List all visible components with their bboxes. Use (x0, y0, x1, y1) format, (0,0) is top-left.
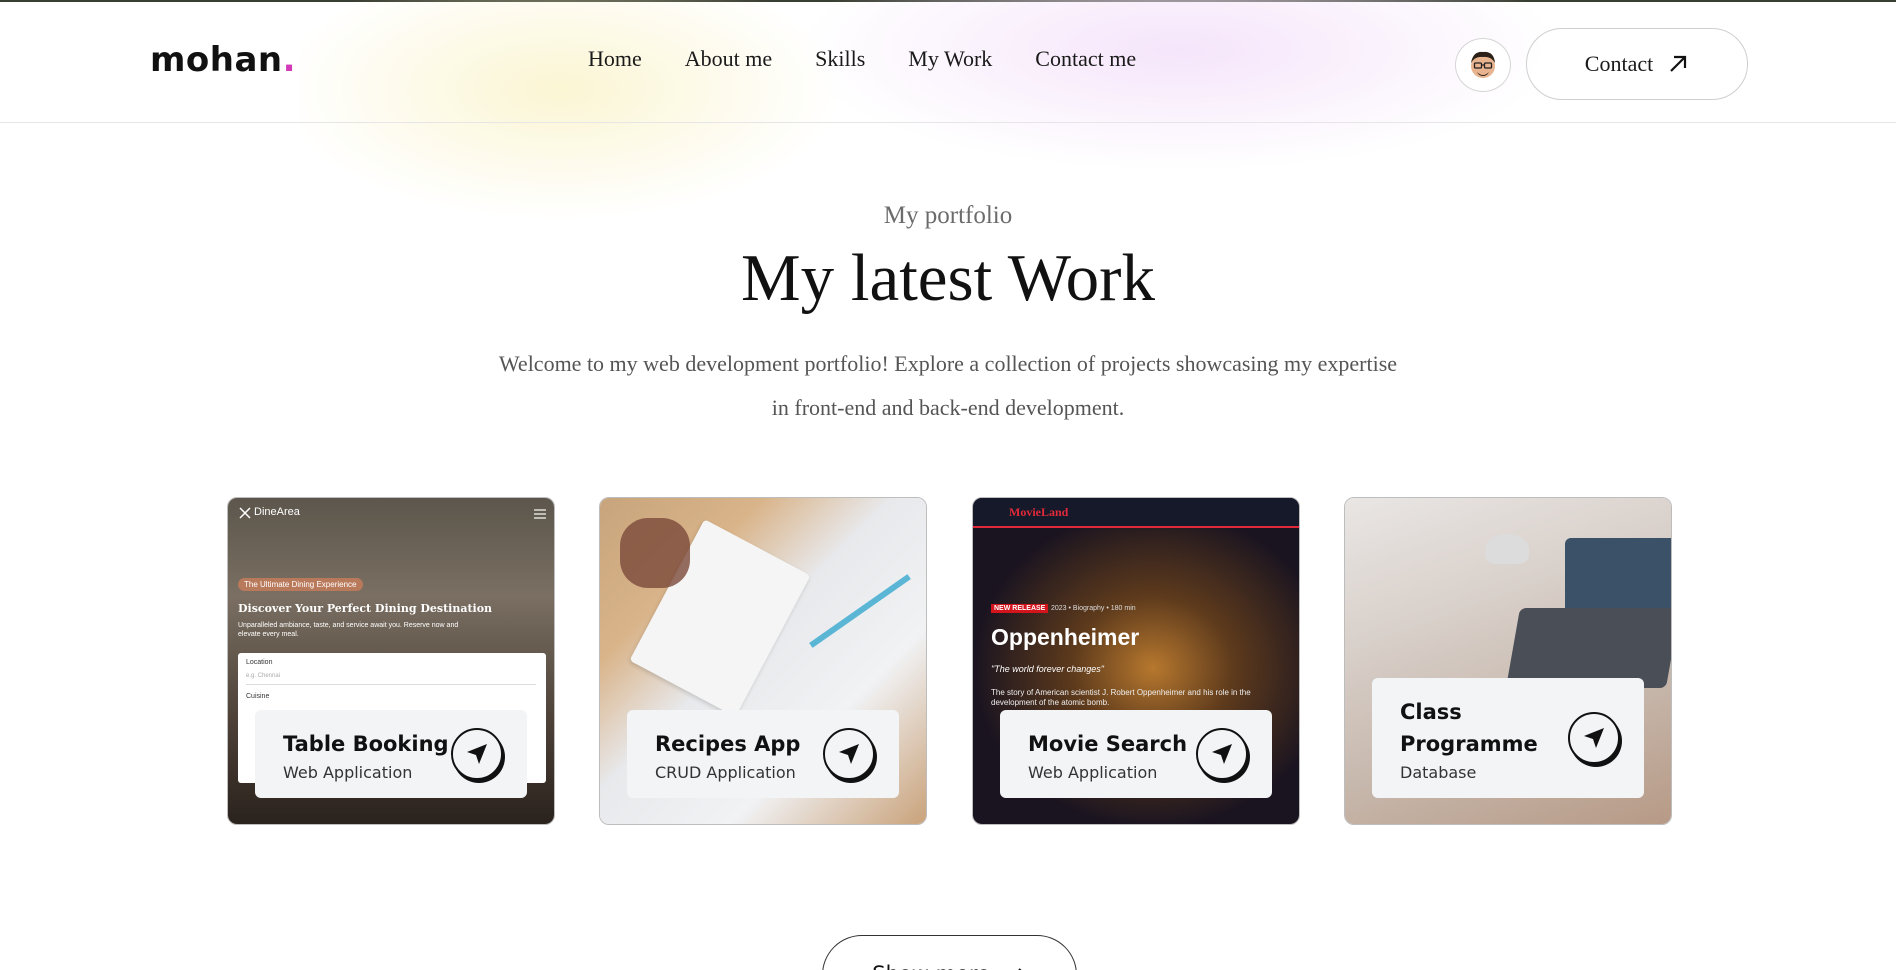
nav-about-me[interactable]: About me (685, 46, 772, 72)
project-info: Table Booking Web Application (255, 710, 527, 798)
preview-text: The story of American scientist J. Rober… (991, 688, 1251, 707)
nav-contact-me[interactable]: Contact me (1035, 46, 1136, 72)
brand-dot: . (282, 40, 297, 80)
nav-my-work[interactable]: My Work (908, 46, 992, 72)
profile-avatar[interactable] (1455, 38, 1511, 92)
navigation-arrow-icon (839, 744, 859, 764)
project-card-class-programme[interactable]: Class Programme Database (1344, 497, 1672, 825)
project-card-recipes-app[interactable]: Recipes App CRUD Application (599, 497, 927, 825)
menu-icon (534, 509, 546, 519)
navigation-arrow-icon (1212, 744, 1232, 764)
preview-heading: Oppenheimer (991, 624, 1140, 650)
hero-title: My latest Work (741, 241, 1155, 315)
brand-logo[interactable]: mohan. (150, 40, 296, 80)
preview-brand: MovieLand (1009, 505, 1069, 519)
open-project-button[interactable] (451, 728, 503, 780)
hand-shape (620, 518, 690, 588)
project-info: Class Programme Database (1372, 678, 1644, 798)
open-project-button[interactable] (1196, 728, 1248, 780)
hero-description: Welcome to my web development portfolio!… (498, 351, 1398, 420)
show-more-button[interactable]: Show more (822, 935, 1077, 970)
contact-button-label: Contact (1584, 51, 1654, 76)
ruler-shape (809, 574, 911, 648)
navigation-arrow-icon (467, 744, 487, 764)
preview-heading: Discover Your Perfect Dining Destination (238, 602, 493, 615)
main-nav: Home About me Skills My Work Contact me (588, 46, 1136, 72)
preview-brand: DineArea (254, 506, 300, 518)
project-type: Database (1400, 763, 1477, 782)
project-card-table-booking[interactable]: DineArea The Ultimate Dining Experience … (227, 497, 555, 825)
project-info: Recipes App CRUD Application (627, 710, 899, 798)
project-info: Movie Search Web Application (1000, 710, 1272, 798)
utensils-icon (239, 507, 251, 519)
preview-location-placeholder: e.g. Chennai (246, 673, 536, 685)
navigation-arrow-icon (1584, 728, 1604, 748)
open-project-button[interactable] (1568, 712, 1620, 764)
arrow-up-right-icon (1670, 55, 1687, 72)
preview-cuisine-label: Cuisine (246, 693, 270, 700)
contact-button[interactable]: Contact (1526, 28, 1748, 100)
lamp-shape (1485, 534, 1529, 564)
hero-subtitle: My portfolio (883, 202, 1013, 229)
preview-location-label: Location (246, 659, 273, 666)
nav-home[interactable]: Home (588, 46, 642, 72)
preview-badge: The Ultimate Dining Experience (238, 578, 363, 591)
open-project-button[interactable] (823, 728, 875, 780)
preview-badge: NEW RELEASE (991, 604, 1049, 613)
project-card-movie-search[interactable]: MovieLand NEW RELEASE 2023 • Biography •… (972, 497, 1300, 825)
project-title: Class Programme (1400, 700, 1538, 756)
preview-meta: 2023 • Biography • 180 min (1051, 605, 1136, 612)
preview-tagline: "The world forever changes" (991, 664, 1104, 674)
laptop-shape (1505, 608, 1671, 688)
avatar-face-icon (1471, 51, 1495, 78)
preview-text: Unparalleled ambiance, taste, and servic… (238, 622, 459, 638)
show-more-label: Show more (872, 962, 990, 970)
site-header: mohan. Home About me Skills My Work Cont… (0, 2, 1896, 123)
brand-name: mohan (150, 40, 283, 80)
nav-skills[interactable]: Skills (815, 46, 865, 72)
